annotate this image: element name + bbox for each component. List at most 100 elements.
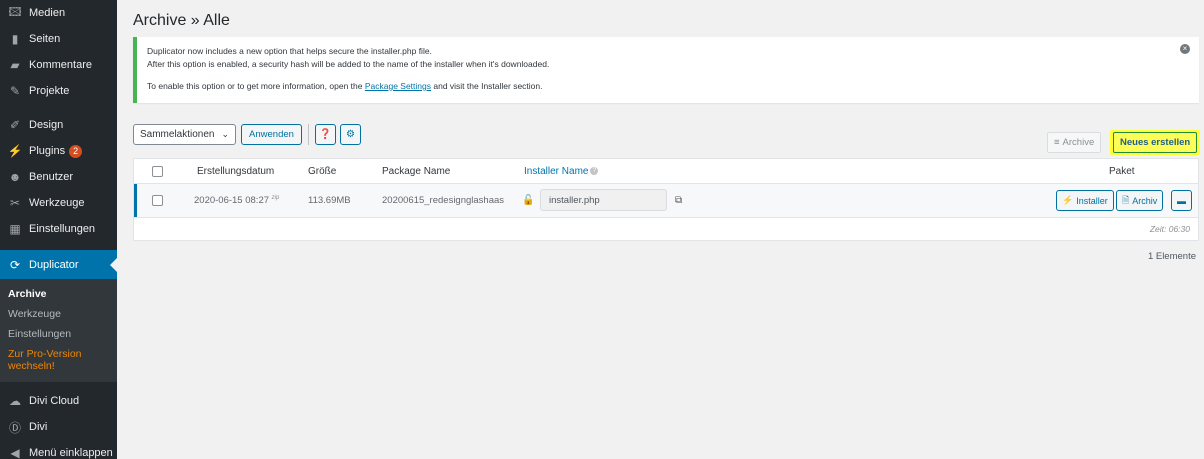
- package-details-button[interactable]: ▬: [1171, 190, 1192, 211]
- footer-time: Zeit: 06:30: [1149, 224, 1190, 234]
- menu-item-einstellungen[interactable]: ▦ Einstellungen: [0, 216, 117, 242]
- security-notice: Duplicator now includes a new option tha…: [133, 37, 1199, 103]
- col-package: Paket: [1109, 165, 1135, 177]
- col-installer[interactable]: Installer Name?: [524, 165, 599, 177]
- cloud-icon: ☁: [9, 394, 21, 408]
- brush-icon: ✐: [9, 118, 21, 132]
- collapse-icon: ◀: [10, 446, 20, 459]
- tools-icon: ✂: [9, 196, 21, 210]
- menu-label: Einstellungen: [29, 223, 96, 235]
- notice-line-3: To enable this option or to get more inf…: [147, 80, 1189, 93]
- col-size[interactable]: Größe: [308, 166, 336, 177]
- menu-label: Design: [29, 119, 64, 131]
- submenu-werkzeuge[interactable]: Werkzeuge: [0, 304, 117, 324]
- duplicator-submenu: Archive Werkzeuge Einstellungen Zur Pro-…: [0, 279, 117, 382]
- row-size: 113.69MB: [308, 195, 351, 206]
- row-date-value: 2020-06-15 08:27: [194, 195, 270, 207]
- row-checkbox[interactable]: [152, 195, 163, 206]
- comments-icon: ▰: [10, 58, 20, 72]
- bolt-icon: ⚡: [1062, 195, 1074, 205]
- menu-label: Seiten: [29, 33, 61, 45]
- submenu-archive[interactable]: Archive: [0, 284, 117, 304]
- file-archive-icon: 🗎: [1122, 194, 1130, 205]
- list-icon: ≡: [1054, 137, 1060, 148]
- archive-box-icon: ▬: [1177, 195, 1186, 206]
- menu-label: Kommentare: [29, 59, 92, 71]
- menu-label: Medien: [29, 7, 66, 19]
- table-toolbar: Sammelaktionen ⌄ Anwenden ❓ ⚙: [133, 124, 361, 145]
- menu-item-werkzeuge[interactable]: ✂ Werkzeuge: [0, 190, 117, 216]
- notice-text: and visit the Installer section.: [431, 81, 543, 91]
- menu-item-divi-cloud[interactable]: ☁ Divi Cloud: [0, 388, 117, 414]
- menu-item-seiten[interactable]: ▮ Seiten: [0, 26, 117, 52]
- duplicator-icon: ⟳: [9, 257, 21, 272]
- bulk-actions-select[interactable]: Sammelaktionen ⌄: [133, 124, 237, 145]
- close-icon[interactable]: ×: [1180, 44, 1190, 54]
- notice-line-2: After this option is enabled, a security…: [147, 59, 550, 69]
- menu-label: Divi: [29, 421, 48, 433]
- table-header: Erstellungsdatum Größe Package Name Inst…: [134, 159, 1198, 184]
- notice-text: To enable this option or to get more inf…: [147, 81, 365, 91]
- help-icon[interactable]: ❓: [314, 124, 336, 145]
- col-installer-label: Installer Name: [524, 165, 589, 177]
- menu-label: Plugins: [29, 145, 66, 157]
- users-icon: ☻: [8, 170, 22, 184]
- select-all-checkbox[interactable]: [152, 165, 163, 177]
- row-date: 2020-06-15 08:27 zip: [194, 195, 279, 206]
- menu-item-medien[interactable]: 🖾 Medien: [0, 0, 117, 26]
- menu-label: Werkzeuge: [29, 197, 85, 209]
- create-new-button[interactable]: Neues erstellen: [1113, 132, 1198, 153]
- bulk-actions-value: Sammelaktionen: [140, 129, 215, 140]
- row-name: 20200615_redesignglashaas: [382, 195, 505, 206]
- gear-icon[interactable]: ⚙: [339, 124, 361, 145]
- menu-label: Duplicator: [29, 258, 79, 271]
- col-date[interactable]: Erstellungsdatum: [197, 166, 274, 177]
- menu-item-projekte[interactable]: ✎ Projekte: [0, 78, 117, 104]
- menu-label: Projekte: [29, 85, 70, 97]
- chevron-down-icon: ⌄: [221, 129, 230, 139]
- apply-button[interactable]: Anwenden: [241, 124, 302, 145]
- menu-item-kommentare[interactable]: ▰ Kommentare: [0, 52, 117, 78]
- archive-download-button[interactable]: 🗎 Archiv: [1116, 190, 1164, 211]
- unlock-icon[interactable]: 🔓: [522, 195, 534, 206]
- pages-icon: ▮: [11, 32, 19, 46]
- submenu-pro-upgrade[interactable]: Zur Pro-Version wechseln!: [0, 344, 117, 376]
- new-package-highlight: Neues erstellen: [1110, 130, 1201, 155]
- row-date-format: zip: [271, 194, 280, 201]
- package-settings-link[interactable]: Package Settings: [365, 81, 431, 91]
- copy-icon[interactable]: ⧉: [675, 195, 682, 206]
- notice-line-1: Duplicator now includes a new option tha…: [147, 46, 432, 56]
- menu-item-duplicator[interactable]: ⟳ Duplicator: [0, 250, 117, 279]
- archive-button-label: Archive: [1062, 137, 1095, 148]
- installer-button-label: Installer: [1076, 195, 1108, 206]
- admin-sidebar: 🖾 Medien ▮ Seiten ▰ Kommentare ✎ Projekte ✐ Desi…: [0, 0, 117, 459]
- menu-item-benutzer[interactable]: ☻ Benutzer: [0, 164, 117, 190]
- menu-item-men-einklappen[interactable]: ◀ Menü einklappen: [0, 440, 117, 459]
- menu-item-design[interactable]: ✐ Design: [0, 112, 117, 138]
- menu-label: Menü einklappen: [29, 447, 113, 459]
- packages-table: Erstellungsdatum Größe Package Name Inst…: [133, 158, 1199, 241]
- menu-item-divi[interactable]: Ⓓ Divi: [0, 414, 117, 440]
- menu-separator: [0, 242, 117, 250]
- installer-name-field[interactable]: installer.php: [540, 189, 667, 211]
- menu-item-plugins[interactable]: ⚡ Plugins 2: [0, 138, 117, 164]
- media-icon: 🖾: [8, 4, 22, 19]
- submenu-einstellungen[interactable]: Einstellungen: [0, 324, 117, 344]
- divi-icon: Ⓓ: [8, 420, 21, 435]
- toolbar-divider: [307, 124, 309, 145]
- plugins-icon: ⚡: [7, 144, 23, 158]
- menu-label: Divi Cloud: [29, 395, 80, 407]
- help-icon[interactable]: ?: [590, 166, 599, 175]
- update-count-badge: 2: [69, 144, 83, 158]
- menu-separator: [0, 104, 117, 112]
- menu-label: Benutzer: [29, 171, 74, 183]
- table-row: 2020-06-15 08:27 zip 113.69MB 20200615_r…: [134, 184, 1198, 217]
- item-count: 1 Elemente: [1147, 251, 1196, 262]
- col-name[interactable]: Package Name: [382, 166, 450, 177]
- archive-download-label: Archiv: [1132, 195, 1158, 206]
- table-footer: Zeit: 06:30: [134, 217, 1198, 240]
- archive-button[interactable]: ≡ Archive: [1047, 132, 1102, 153]
- installer-button[interactable]: ⚡ Installer: [1056, 190, 1114, 211]
- main-content: Archive » Alle Duplicator now includes a…: [117, 0, 1204, 459]
- page-title: Archive » Alle: [133, 12, 230, 29]
